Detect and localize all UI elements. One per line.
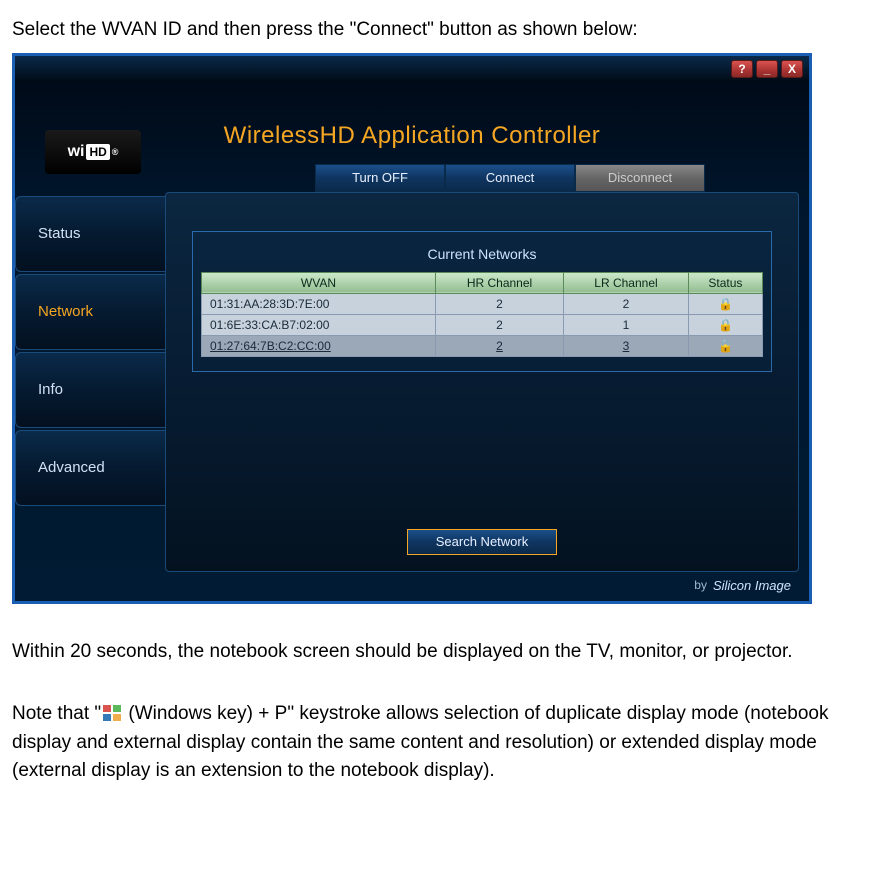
cell-lr: 1 — [564, 314, 689, 335]
cell-wvan: 01:6E:33:CA:B7:02:00 — [202, 314, 436, 335]
networks-header-row: WVAN HR Channel LR Channel Status — [202, 272, 763, 293]
app-window: ? _ X wiHD® WirelessHD Application Contr… — [12, 53, 812, 604]
connect-button[interactable]: Connect — [445, 164, 575, 192]
network-row[interactable]: 01:27:64:7B:C2:CC:0023 🔒 — [202, 335, 763, 356]
sidebar-tab-advanced[interactable]: Advanced — [15, 430, 165, 506]
note-prefix: Note that " — [12, 703, 101, 724]
search-network-button[interactable]: Search Network — [407, 529, 557, 555]
sidebar-tab-info[interactable]: Info — [15, 352, 165, 428]
lock-icon: 🔒 — [718, 318, 733, 332]
lock-icon: 🔒 — [718, 297, 733, 311]
cell-hr: 2 — [435, 335, 563, 356]
lock-icon: 🔒 — [718, 339, 733, 353]
titlebar: ? _ X — [15, 56, 809, 82]
close-button[interactable]: X — [781, 60, 803, 78]
current-networks-title: Current Networks — [201, 240, 763, 272]
after-text-1: Within 20 seconds, the notebook screen s… — [12, 638, 879, 667]
cell-status: 🔒 — [688, 293, 762, 314]
network-row[interactable]: 01:31:AA:28:3D:7E:0022🔒 — [202, 293, 763, 314]
footer: by Silicon Image — [15, 572, 809, 601]
silicon-image-logo: Silicon Image — [713, 578, 791, 593]
note-suffix: (Windows key) + P" keystroke allows sele… — [12, 703, 828, 781]
header-area: wiHD® WirelessHD Application Controller … — [15, 82, 809, 192]
cell-lr: 3 — [564, 335, 689, 356]
windows-key-icon — [103, 705, 121, 721]
disconnect-button[interactable]: Disconnect — [575, 164, 705, 192]
cell-lr: 2 — [564, 293, 689, 314]
sidebar-tab-status[interactable]: Status — [15, 196, 165, 272]
cell-status: 🔒 — [688, 335, 762, 356]
turn-off-button[interactable]: Turn OFF — [315, 164, 445, 192]
cell-wvan: 01:31:AA:28:3D:7E:00 — [202, 293, 436, 314]
col-lr: LR Channel — [564, 272, 689, 293]
help-button[interactable]: ? — [731, 60, 753, 78]
cell-status: 🔒 — [688, 314, 762, 335]
col-wvan: WVAN — [202, 272, 436, 293]
current-networks-panel: Current Networks WVAN HR Channel LR Chan… — [192, 231, 772, 372]
footer-by-text: by — [694, 578, 707, 592]
col-hr: HR Channel — [435, 272, 563, 293]
intro-text: Select the WVAN ID and then press the "C… — [12, 16, 879, 45]
col-status: Status — [688, 272, 762, 293]
minimize-button[interactable]: _ — [756, 60, 778, 78]
main-panel: Current Networks WVAN HR Channel LR Chan… — [165, 192, 799, 572]
sidebar: Status Network Info Advanced — [15, 192, 165, 572]
network-row[interactable]: 01:6E:33:CA:B7:02:0021 🔒 — [202, 314, 763, 335]
sidebar-tab-network[interactable]: Network — [15, 274, 165, 350]
networks-table: WVAN HR Channel LR Channel Status 01:31:… — [201, 272, 763, 357]
cell-hr: 2 — [435, 314, 563, 335]
app-title: WirelessHD Application Controller — [15, 122, 809, 150]
cell-hr: 2 — [435, 293, 563, 314]
body-area: Status Network Info Advanced Current Net… — [15, 192, 809, 572]
top-button-bar: Turn OFF Connect Disconnect — [315, 164, 705, 192]
cell-wvan: 01:27:64:7B:C2:CC:00 — [202, 335, 436, 356]
note-text: Note that " (Windows key) + P" keystroke… — [12, 700, 879, 786]
